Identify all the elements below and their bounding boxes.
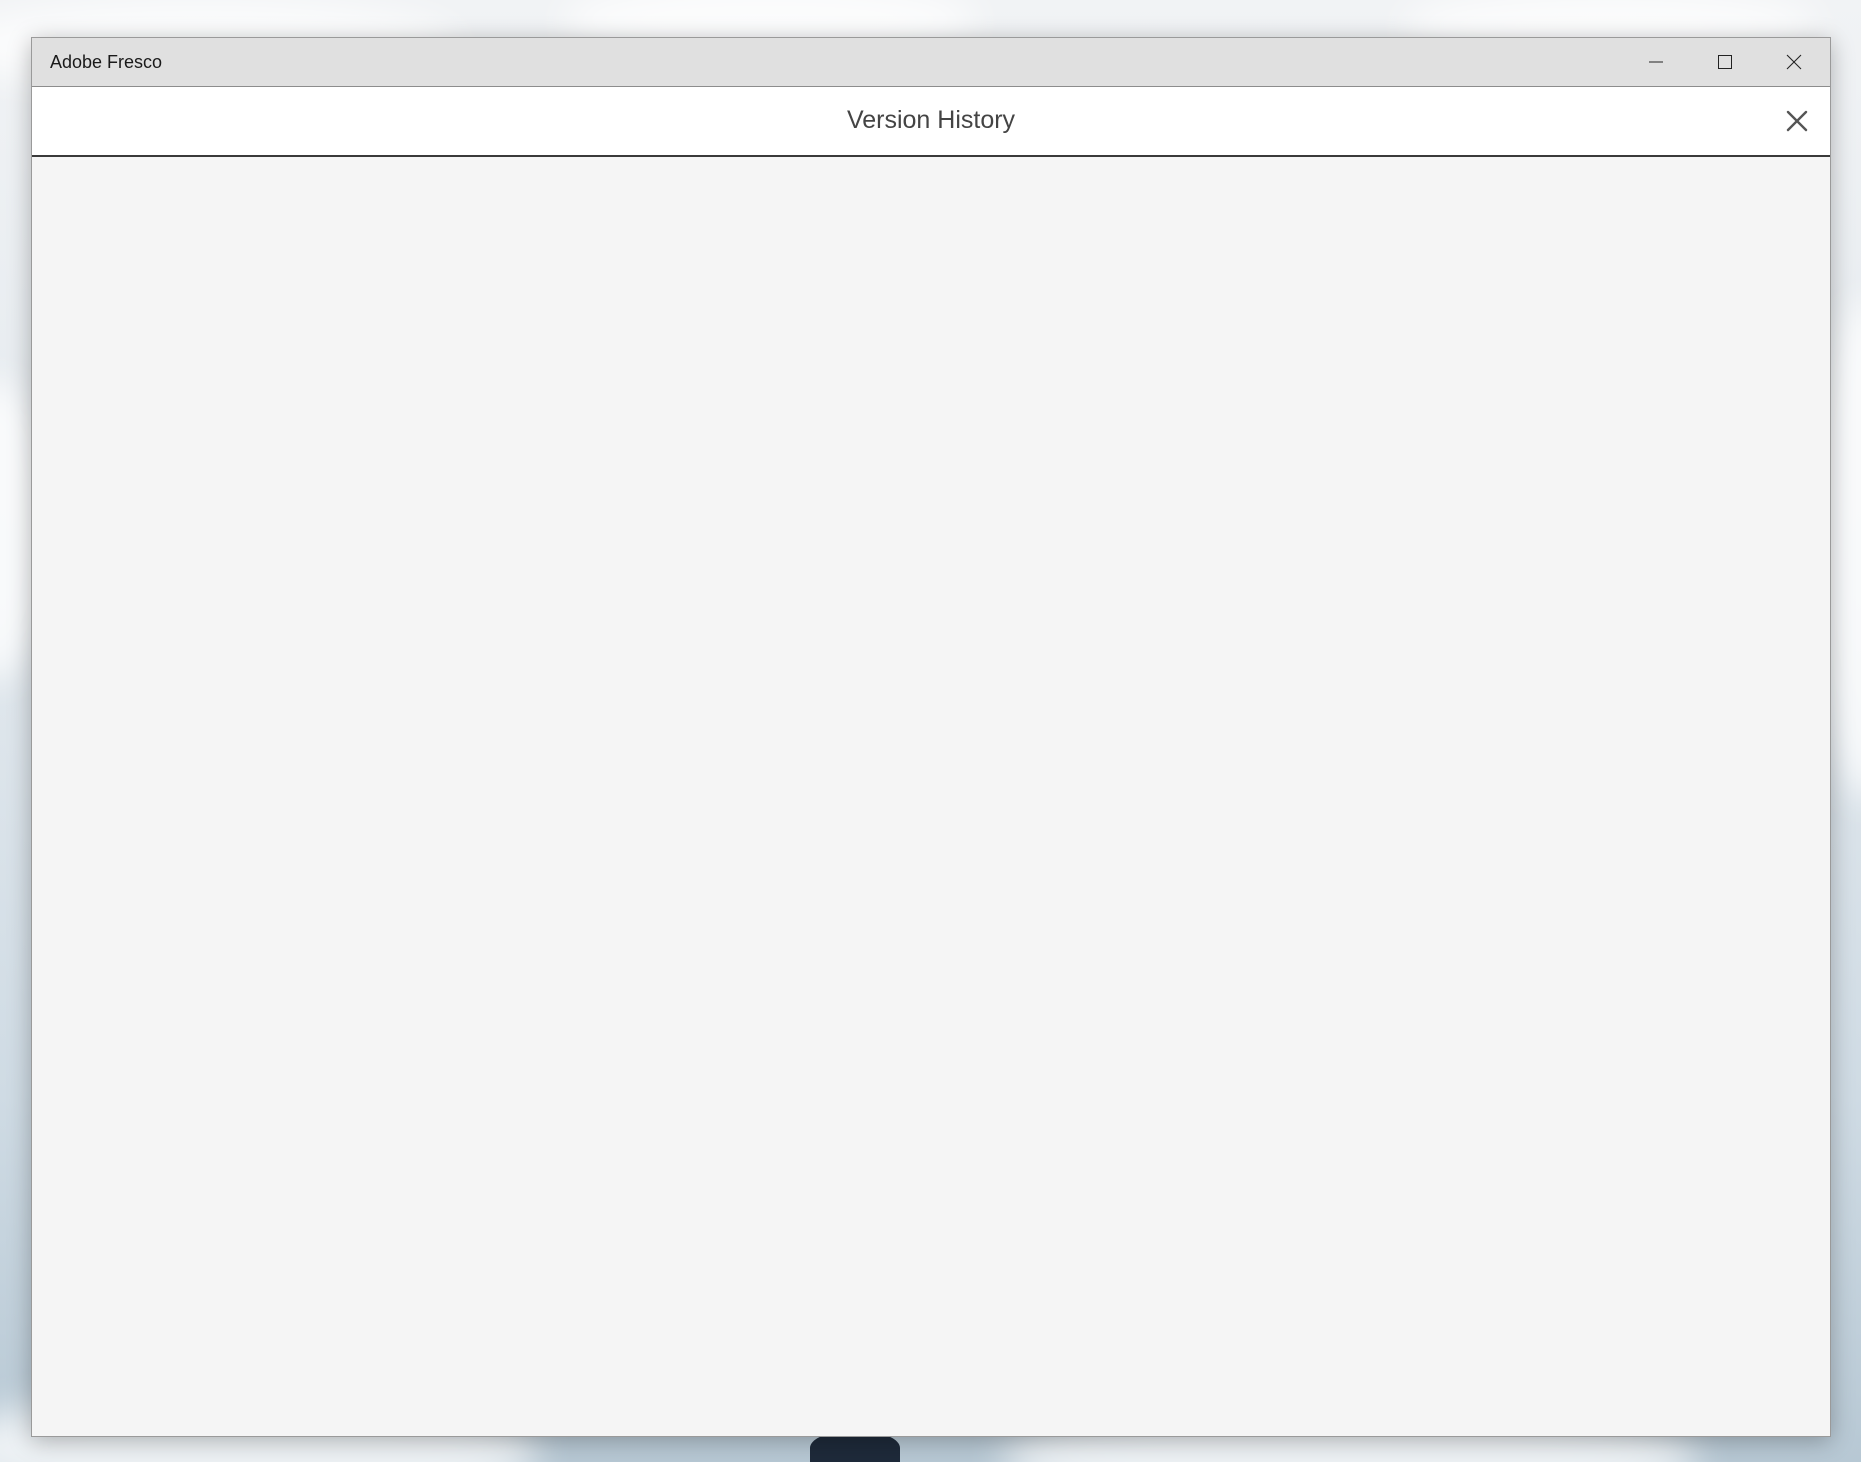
dialog-title: Version History	[846, 106, 1016, 134]
maximize-icon	[1717, 55, 1732, 69]
window-titlebar[interactable]: Adobe Fresco	[32, 38, 1830, 87]
version-history-panel	[32, 157, 1830, 1436]
minimize-icon	[1648, 61, 1663, 63]
close-window-button[interactable]	[1759, 38, 1828, 86]
close-dialog-button[interactable]	[1783, 107, 1811, 135]
maximize-button[interactable]	[1690, 38, 1759, 86]
close-icon	[1786, 54, 1801, 70]
dialog-header: Version History	[32, 87, 1830, 157]
close-icon	[1786, 110, 1808, 132]
minimize-button[interactable]	[1621, 38, 1690, 86]
app-title: Adobe Fresco	[50, 52, 163, 72]
app-window: Adobe Fresco Version History	[31, 37, 1831, 1437]
